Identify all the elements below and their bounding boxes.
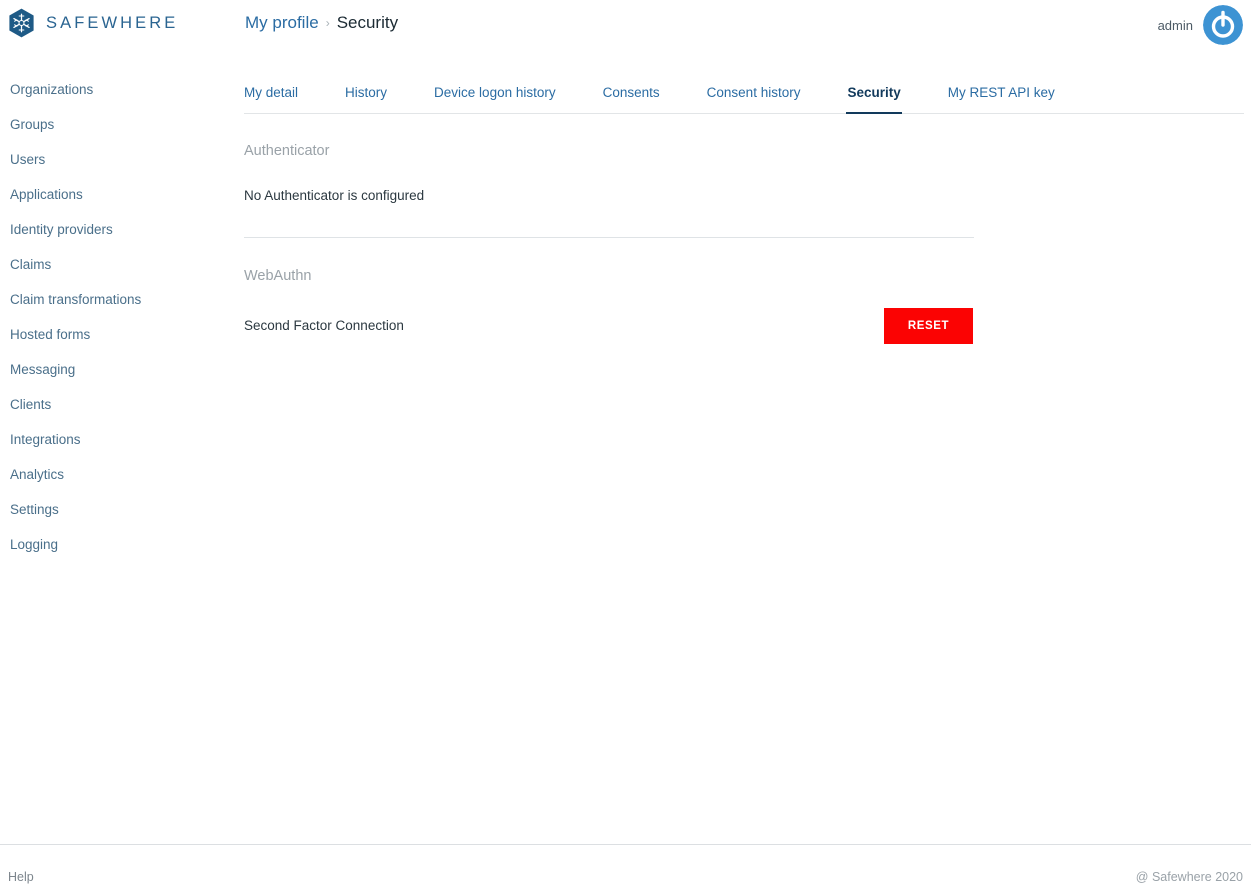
profile-tabs: My detail History Device logon history C… [244, 82, 1244, 114]
sidebar-item-applications[interactable]: Applications [0, 187, 224, 202]
tab-my-rest-api-key[interactable]: My REST API key [948, 85, 1055, 113]
webauthn-section-title: WebAuthn [244, 268, 312, 284]
second-factor-connection-row: Second Factor Connection RESET [244, 308, 973, 344]
authenticator-section-title: Authenticator [244, 143, 330, 159]
tab-consent-history[interactable]: Consent history [707, 85, 801, 113]
footer-help-link[interactable]: Help [8, 870, 34, 884]
sidebar-nav: Organizations Groups Users Applications … [0, 82, 224, 572]
sidebar-item-integrations[interactable]: Integrations [0, 432, 224, 447]
sidebar-item-analytics[interactable]: Analytics [0, 467, 224, 482]
tab-history[interactable]: History [345, 85, 387, 113]
power-button-avatar-icon[interactable] [1203, 5, 1243, 45]
breadcrumb: My profile › Security [245, 12, 398, 35]
sidebar-item-settings[interactable]: Settings [0, 502, 224, 517]
sidebar-item-identity-providers[interactable]: Identity providers [0, 222, 224, 237]
breadcrumb-parent-link[interactable]: My profile [245, 12, 319, 34]
user-name-label: admin [1157, 17, 1193, 33]
user-menu[interactable]: admin [1158, 4, 1243, 46]
footer-copyright: @ Safewhere 2020 [1135, 870, 1243, 884]
sidebar-item-organizations[interactable]: Organizations [0, 82, 224, 97]
authenticator-status-text: No Authenticator is configured [244, 188, 425, 203]
brand-logo[interactable]: SAFEWHERE [8, 8, 178, 38]
app-header: SAFEWHERE My profile › Security admin [0, 0, 1251, 62]
breadcrumb-separator-icon: › [325, 16, 330, 30]
main-content: My detail History Device logon history C… [244, 82, 1244, 344]
sidebar-item-logging[interactable]: Logging [0, 537, 224, 552]
tab-security[interactable]: Security [846, 85, 903, 114]
tab-consents[interactable]: Consents [603, 85, 660, 113]
authenticator-section: Authenticator No Authenticator is config… [244, 142, 1244, 238]
section-divider [244, 237, 974, 238]
second-factor-connection-label: Second Factor Connection [244, 318, 404, 333]
webauthn-section: WebAuthn Second Factor Connection RESET [244, 267, 1244, 344]
reset-button[interactable]: RESET [884, 308, 973, 344]
sidebar-item-users[interactable]: Users [0, 152, 224, 167]
app-footer: Help @ Safewhere 2020 [0, 844, 1251, 892]
sidebar-item-claim-transformations[interactable]: Claim transformations [0, 292, 224, 307]
brand-name: SAFEWHERE [46, 13, 179, 32]
app-page: SAFEWHERE My profile › Security admin Or… [0, 0, 1251, 892]
sidebar-item-clients[interactable]: Clients [0, 397, 224, 412]
sidebar-item-claims[interactable]: Claims [0, 257, 224, 272]
tab-my-detail[interactable]: My detail [244, 85, 298, 113]
breadcrumb-current: Security [336, 13, 399, 32]
sidebar-item-groups[interactable]: Groups [0, 117, 224, 132]
sidebar-item-hosted-forms[interactable]: Hosted forms [0, 327, 224, 342]
tab-device-logon-history[interactable]: Device logon history [434, 85, 556, 113]
sidebar-item-messaging[interactable]: Messaging [0, 362, 224, 377]
hexagon-snowflake-icon [9, 8, 34, 38]
